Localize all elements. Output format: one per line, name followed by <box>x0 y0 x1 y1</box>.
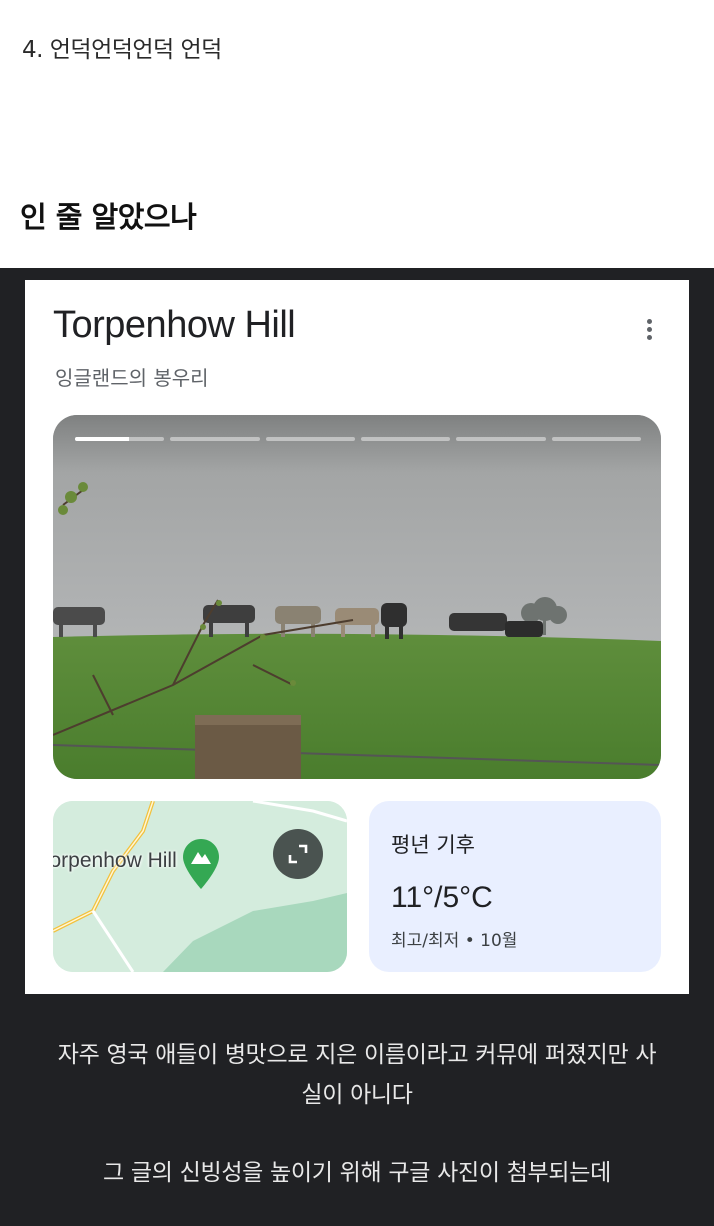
section-heading: 4. 언덕언덕언덕 언덕 <box>22 37 222 63</box>
story-segment <box>456 437 546 441</box>
story-segment <box>170 437 260 441</box>
more-vertical-icon[interactable] <box>637 316 661 348</box>
hill-photo-image <box>53 415 661 779</box>
map-preview[interactable]: Torpenhow Hill <box>53 801 347 972</box>
story-segment <box>75 437 165 441</box>
expand-map-button[interactable] <box>273 829 323 879</box>
climate-title: 평년 기후 <box>391 833 475 857</box>
place-title[interactable]: Torpenhow Hill <box>53 304 296 347</box>
place-photo[interactable] <box>53 415 661 779</box>
caption-line: 실이 아니다 <box>301 1082 413 1108</box>
map-place-label: Torpenhow Hill <box>53 849 177 872</box>
average-temperature: 11°/5°C <box>391 881 493 914</box>
story-segment <box>265 437 355 441</box>
story-segment <box>360 437 451 441</box>
place-subtitle: 잉글랜드의 봉우리 <box>55 366 209 390</box>
mountain-pin-icon <box>183 839 219 889</box>
emphasis-heading: 인 줄 알았으나 <box>20 200 197 234</box>
knowledge-panel-card: Torpenhow Hill 잉글랜드의 봉우리 orpenhow Hill 평… <box>25 280 689 994</box>
caption-line: 그 글의 신빙성을 높이기 위해 구글 사진이 첨부되는데 <box>103 1160 611 1186</box>
temperature-meta: 최고/최저 • 10월 <box>391 931 518 951</box>
story-segment <box>551 437 641 441</box>
story-progress <box>75 437 641 441</box>
caption-line: 자주 영국 애들이 병맛으로 지은 이름이라고 커뮤에 퍼졌지만 사 <box>57 1042 657 1068</box>
expand-icon <box>288 844 308 864</box>
post-header-area: 4. 언덕언덕언덕 언덕 인 줄 알았으나 <box>0 0 714 268</box>
climate-tile[interactable]: 평년 기후 11°/5°C 최고/최저 • 10월 <box>369 801 661 972</box>
